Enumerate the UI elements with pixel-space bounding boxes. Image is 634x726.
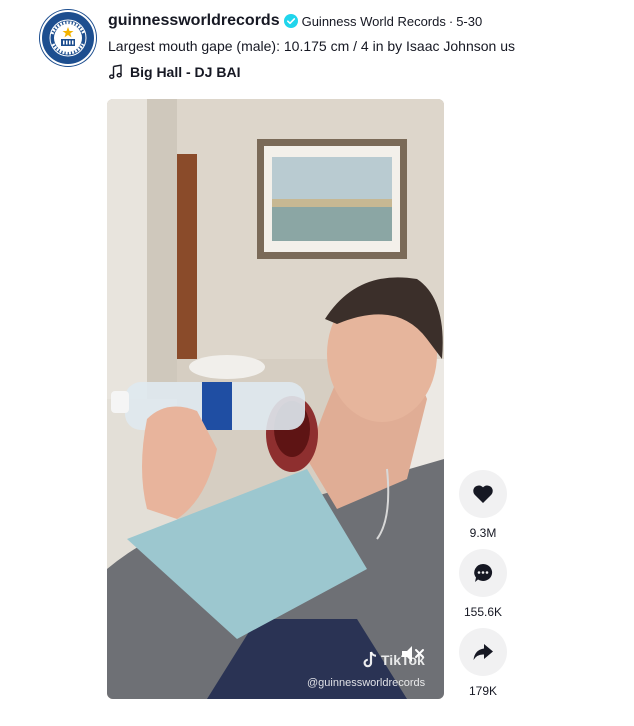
video-frame — [107, 99, 444, 699]
avatar[interactable] — [40, 10, 96, 66]
tiktok-logo-icon — [363, 651, 377, 668]
like-action: 9.3M — [459, 470, 507, 540]
post-caption: Largest mouth gape (male): 10.175 cm / 4… — [108, 38, 516, 54]
header-separator: · — [448, 13, 454, 29]
heart-icon — [473, 485, 493, 503]
comment-count: 155.6K — [463, 605, 503, 619]
guinness-logo-icon — [43, 13, 93, 63]
share-count: 179K — [468, 684, 498, 698]
comment-icon — [474, 563, 493, 582]
share-icon — [473, 644, 493, 660]
watermark-handle: @guinnessworldrecords — [307, 677, 426, 689]
video-player[interactable]: TikTok @guinnessworldrecords — [107, 99, 444, 699]
share-action: 179K — [459, 628, 507, 698]
share-button[interactable] — [459, 628, 507, 676]
watermark-brand: TikTok — [381, 652, 425, 668]
music-link[interactable]: Big Hall - DJ BAI — [108, 64, 240, 80]
comment-action: 155.6K — [459, 549, 507, 619]
music-title: Big Hall - DJ BAI — [130, 64, 241, 80]
post-date: 5-30 — [456, 13, 483, 29]
verified-badge-icon — [283, 14, 298, 28]
username-link[interactable]: guinnessworldrecords — [108, 12, 280, 30]
nickname: Guinness World Records — [301, 13, 446, 29]
comment-button[interactable] — [459, 549, 507, 597]
music-note-icon — [109, 64, 122, 79]
tiktok-watermark: TikTok — [362, 651, 425, 669]
like-count: 9.3M — [469, 526, 497, 540]
post-header: guinnessworldrecords Guinness World Reco… — [108, 11, 482, 31]
like-button[interactable] — [459, 470, 507, 518]
